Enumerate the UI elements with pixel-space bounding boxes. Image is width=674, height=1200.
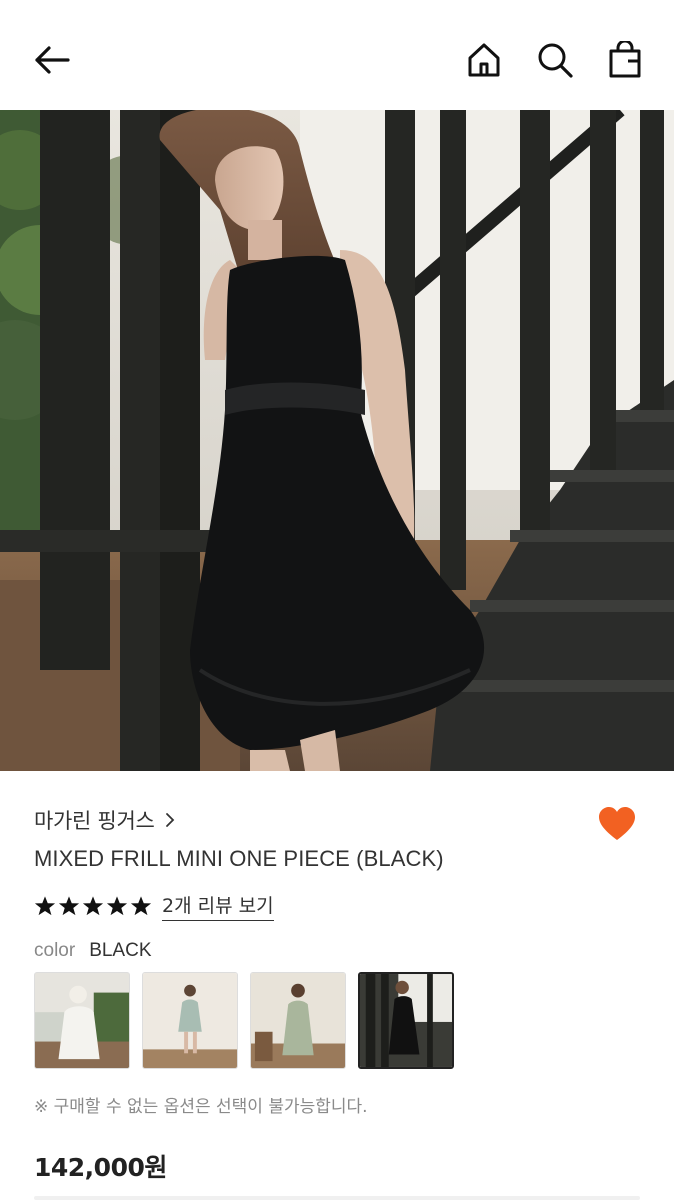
color-swatch-white[interactable] [34, 972, 130, 1069]
color-label: color [34, 940, 76, 961]
color-swatch-mint[interactable] [142, 972, 238, 1069]
rating-row: 2개 리뷰 보기 [34, 890, 274, 922]
shopping-bag-button[interactable] [603, 38, 647, 82]
star-icon [58, 896, 80, 916]
heart-icon [599, 807, 635, 840]
brand-link[interactable]: 마가린 핑거스 [34, 805, 175, 835]
search-icon [538, 43, 573, 78]
arrow-left-icon [35, 46, 70, 74]
unavailable-option-notice: ※ 구매할 수 없는 옵션은 선택이 불가능합니다. [34, 1097, 368, 1117]
selected-color-value: BLACK [89, 940, 152, 961]
color-swatch-black[interactable] [358, 972, 454, 1069]
product-title: MIXED FRILL MINI ONE PIECE (BLACK) [34, 846, 444, 871]
swatch-thumbnail [143, 973, 237, 1068]
view-reviews-link[interactable]: 2개 리뷰 보기 [162, 891, 274, 921]
product-photo [0, 110, 674, 771]
top-navigation-bar [0, 0, 674, 110]
search-button[interactable] [533, 38, 577, 82]
star-icon [106, 896, 128, 916]
color-option-row: color BLACK [34, 940, 152, 962]
product-main-image[interactable] [0, 110, 674, 771]
brand-name: 마가린 핑거스 [34, 809, 155, 833]
section-divider [34, 1196, 640, 1200]
color-swatch-list [34, 972, 454, 1069]
swatch-thumbnail [251, 973, 345, 1068]
color-swatch-sage[interactable] [250, 972, 346, 1069]
swatch-thumbnail [360, 974, 452, 1067]
home-button[interactable] [462, 38, 506, 82]
wishlist-button[interactable] [594, 802, 640, 846]
star-icon [34, 896, 56, 916]
star-icon [82, 896, 104, 916]
back-button[interactable] [30, 38, 74, 82]
shopping-bag-icon [609, 41, 641, 78]
swatch-thumbnail [35, 973, 129, 1068]
product-price: 142,000원 [34, 1153, 167, 1182]
star-icon [130, 896, 152, 916]
star-rating [34, 895, 152, 917]
chevron-right-icon [165, 813, 174, 827]
home-icon [468, 43, 500, 77]
